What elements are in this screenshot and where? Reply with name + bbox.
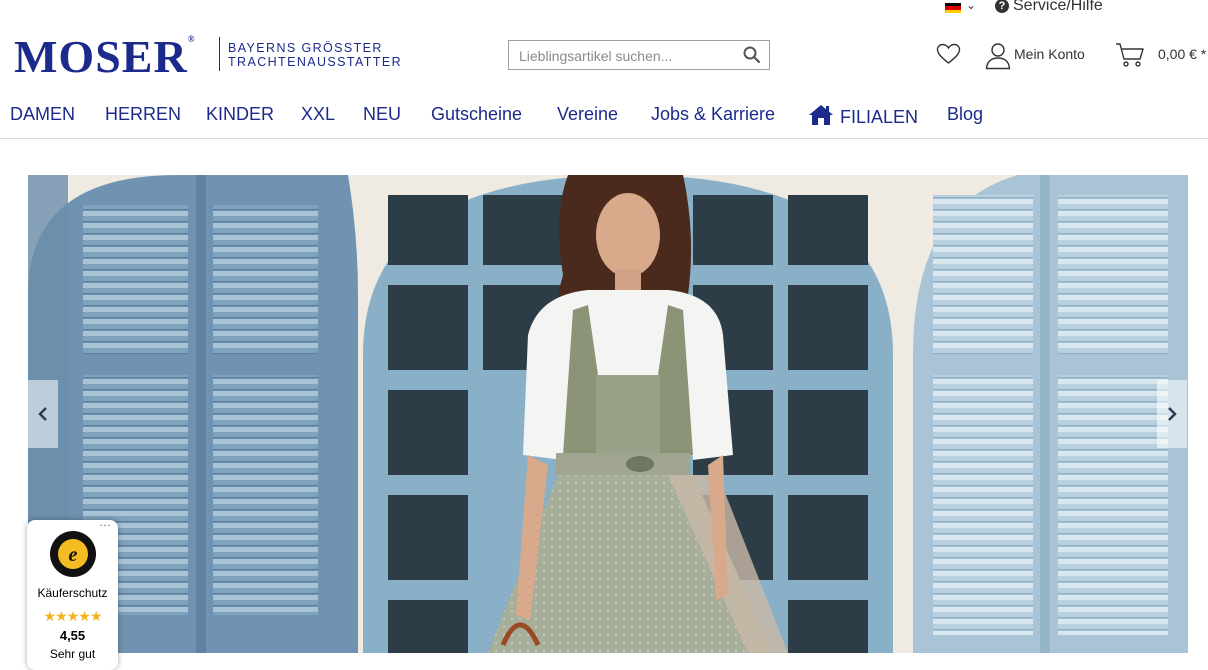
carousel-prev-button[interactable] [28, 380, 58, 448]
top-utility-bar: ⌄ ? Service/Hilfe [908, 0, 1208, 16]
main-navigation: DAMEN HERREN KINDER XXL NEU Gutscheine V… [0, 102, 1208, 139]
account-link[interactable]: Mein Konto [1014, 46, 1085, 62]
hero-banner-image[interactable] [28, 175, 1188, 653]
buyer-protection-label: Käuferschutz [37, 586, 108, 600]
nav-item-damen[interactable]: DAMEN [10, 104, 75, 125]
rating-score: 4,55 [59, 628, 86, 643]
trusted-shops-badge[interactable]: … e Käuferschutz ★★★★★ 4,55 Sehr gut [27, 515, 118, 670]
language-flag-icon[interactable] [945, 3, 961, 13]
home-icon [809, 105, 833, 125]
trusted-shops-seal-icon: e [50, 531, 96, 577]
question-icon: ? [995, 0, 1009, 13]
search-input[interactable] [509, 41, 741, 71]
nav-item-gutscheine[interactable]: Gutscheine [431, 104, 522, 125]
logo-text: MOSER [14, 31, 188, 82]
tagline-line-1: BAYERNS GRÖSSTER [228, 41, 383, 55]
carousel-next-button[interactable] [1157, 380, 1187, 448]
tagline-line-2: TRACHTENAUSSTATTER [228, 55, 403, 69]
logo-divider [219, 37, 220, 71]
nav-item-herren[interactable]: HERREN [105, 104, 181, 125]
service-help-link[interactable]: ? Service/Hilfe [995, 0, 1103, 15]
nav-item-filialen[interactable]: FILIALEN [808, 104, 918, 128]
nav-item-jobs-karriere[interactable]: Jobs & Karriere [651, 104, 775, 125]
chevron-left-icon [38, 407, 47, 421]
registered-mark: ® [187, 34, 196, 44]
search-icon[interactable] [743, 46, 761, 69]
nav-item-neu[interactable]: NEU [363, 104, 401, 125]
search-box [508, 40, 770, 71]
nav-item-vereine[interactable]: Vereine [557, 104, 618, 125]
more-options-icon[interactable]: … [99, 515, 112, 529]
nav-item-xxl[interactable]: XXL [301, 104, 335, 125]
logo-tagline: BAYERNS GRÖSSTER TRACHTENAUSSTATTER [228, 41, 402, 69]
rating-grade: Sehr gut [49, 647, 96, 661]
chevron-down-icon[interactable]: ⌄ [966, 0, 976, 12]
seal-letter: e [69, 544, 78, 566]
service-help-label: Service/Hilfe [1013, 0, 1103, 14]
nav-item-filialen-label: FILIALEN [840, 107, 919, 127]
nav-item-kinder[interactable]: KINDER [206, 104, 274, 125]
nav-item-blog[interactable]: Blog [947, 104, 983, 125]
wishlist-heart-icon[interactable] [936, 43, 961, 70]
rating-stars-icon: ★★★★★ [43, 608, 103, 624]
moser-logo[interactable]: MOSER® [14, 30, 195, 83]
chevron-right-icon [1168, 407, 1177, 421]
hero-illustration [28, 175, 1188, 653]
cart-icon[interactable] [1115, 42, 1145, 73]
account-user-icon[interactable] [985, 42, 1011, 75]
cart-total[interactable]: 0,00 € * [1158, 46, 1206, 62]
